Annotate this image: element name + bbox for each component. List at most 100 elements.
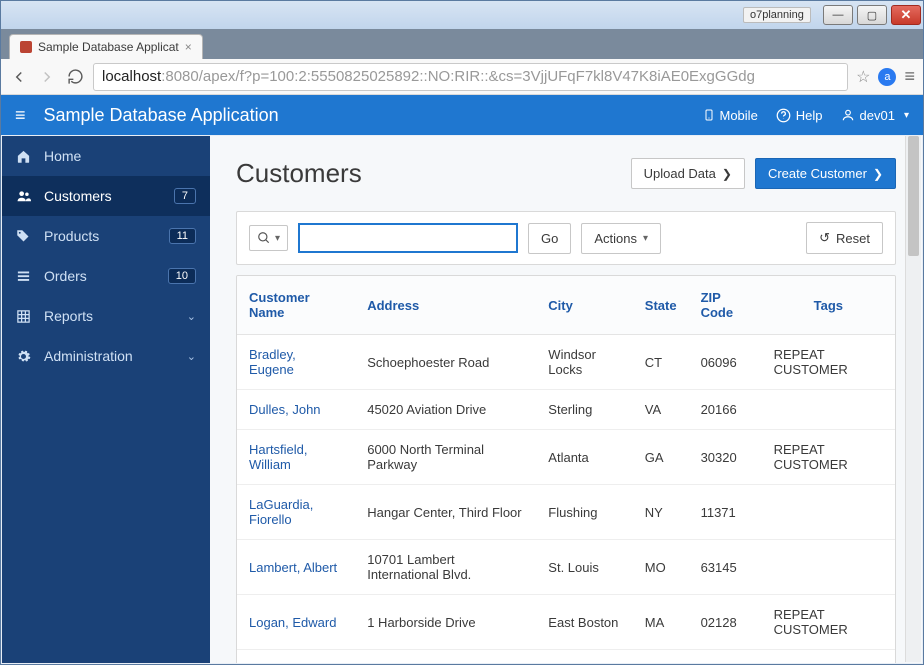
browser-menu-icon[interactable]: ≡ bbox=[904, 66, 915, 87]
sidebar-badge: 11 bbox=[169, 228, 196, 244]
col-address[interactable]: Address bbox=[355, 276, 536, 335]
tab-close-icon[interactable]: × bbox=[185, 40, 192, 54]
app-menu-icon[interactable]: ≡ bbox=[15, 105, 26, 126]
col-state[interactable]: State bbox=[633, 276, 689, 335]
bookmark-star-icon[interactable]: ☆ bbox=[856, 67, 870, 87]
url-path: :8080/apex/f?p=100:2:5550825025892::NO:R… bbox=[161, 68, 755, 85]
customer-name-link[interactable]: Hartsfield, William bbox=[237, 430, 355, 485]
table-row: Hartsfield, William6000 North Terminal P… bbox=[237, 430, 895, 485]
customer-name-link[interactable]: Logan, Edward bbox=[237, 595, 355, 650]
user-icon bbox=[841, 108, 855, 122]
col-customer-name[interactable]: Customer Name bbox=[237, 276, 355, 335]
cell-address: 1 Harborside Drive bbox=[355, 595, 536, 650]
cell-zip: 60666 bbox=[689, 650, 762, 664]
mobile-link[interactable]: Mobile bbox=[703, 107, 758, 123]
cell-address: 6000 North Terminal Parkway bbox=[355, 430, 536, 485]
cell-address: 45020 Aviation Drive bbox=[355, 390, 536, 430]
sidebar-item-reports[interactable]: Reports⌄ bbox=[2, 296, 210, 336]
customer-name-link[interactable]: LaGuardia, Fiorello bbox=[237, 485, 355, 540]
search-column-selector[interactable]: ▾ bbox=[249, 225, 288, 251]
search-input[interactable] bbox=[298, 223, 518, 253]
extension-icon[interactable]: a bbox=[878, 68, 896, 86]
table-row: LaGuardia, FiorelloHangar Center, Third … bbox=[237, 485, 895, 540]
chevron-down-icon: ⌄ bbox=[187, 350, 196, 363]
chevron-down-icon: ⌄ bbox=[187, 310, 196, 323]
search-icon bbox=[257, 231, 271, 245]
chevron-down-icon: ▾ bbox=[275, 233, 280, 244]
cell-tags bbox=[762, 650, 895, 664]
user-menu[interactable]: dev01 bbox=[841, 108, 909, 123]
browser-tab[interactable]: Sample Database Applicat × bbox=[9, 34, 203, 59]
customer-name-link[interactable]: Lambert, Albert bbox=[237, 540, 355, 595]
cell-city: Windsor Locks bbox=[536, 335, 632, 390]
cell-zip: 11371 bbox=[689, 485, 762, 540]
cell-tags: REPEAT CUSTOMER bbox=[762, 595, 895, 650]
cell-city: Chicago bbox=[536, 650, 632, 664]
go-button[interactable]: Go bbox=[528, 223, 571, 254]
table-row: Dulles, John45020 Aviation DriveSterling… bbox=[237, 390, 895, 430]
browser-tabstrip: Sample Database Applicat × bbox=[1, 29, 923, 59]
col-zip[interactable]: ZIP Code bbox=[689, 276, 762, 335]
vertical-scrollbar[interactable] bbox=[905, 136, 921, 662]
page-title: Customers bbox=[236, 158, 631, 189]
chevron-right-icon: ❯ bbox=[722, 167, 732, 181]
main-content: Customers Upload Data ❯ Create Customer … bbox=[210, 136, 922, 663]
customers-table: Customer Name Address City State ZIP Cod… bbox=[237, 276, 895, 663]
create-customer-button[interactable]: Create Customer ❯ bbox=[755, 158, 896, 189]
cell-address: 10000 West OHare bbox=[355, 650, 536, 664]
sidebar-badge: 7 bbox=[174, 188, 196, 204]
table-row: OHare, Frank10000 West OHareChicagoIL606… bbox=[237, 650, 895, 664]
address-bar[interactable]: localhost:8080/apex/f?p=100:2:5550825025… bbox=[93, 63, 848, 91]
back-button[interactable] bbox=[9, 67, 29, 87]
tag-icon bbox=[16, 229, 32, 244]
col-tags[interactable]: Tags bbox=[762, 276, 895, 335]
sidebar-badge: 10 bbox=[168, 268, 196, 284]
sidebar-item-orders[interactable]: Orders 10 bbox=[2, 256, 210, 296]
customer-name-link[interactable]: Dulles, John bbox=[237, 390, 355, 430]
app-title: Sample Database Application bbox=[44, 105, 685, 126]
customer-name-link[interactable]: Bradley, Eugene bbox=[237, 335, 355, 390]
window-titlebar: o7planning — ▢ ✕ bbox=[1, 1, 923, 29]
customer-name-link[interactable]: OHare, Frank bbox=[237, 650, 355, 664]
url-host: localhost bbox=[102, 68, 161, 85]
cell-city: Flushing bbox=[536, 485, 632, 540]
sidebar-item-label: Customers bbox=[44, 188, 162, 204]
interactive-report-bar: ▾ Go Actions ▾ ↺ Reset bbox=[236, 211, 896, 265]
mobile-icon bbox=[703, 107, 715, 123]
cell-zip: 06096 bbox=[689, 335, 762, 390]
undo-icon: ↺ bbox=[819, 230, 830, 246]
upload-data-button[interactable]: Upload Data ❯ bbox=[631, 158, 745, 189]
help-icon bbox=[776, 108, 791, 123]
users-icon bbox=[16, 189, 32, 203]
col-city[interactable]: City bbox=[536, 276, 632, 335]
cell-state: IL bbox=[633, 650, 689, 664]
sidebar-item-administration[interactable]: Administration⌄ bbox=[2, 336, 210, 376]
forward-button[interactable] bbox=[37, 67, 57, 87]
scrollbar-thumb[interactable] bbox=[908, 136, 919, 256]
window-minimize-button[interactable]: — bbox=[823, 5, 853, 25]
cell-state: VA bbox=[633, 390, 689, 430]
cell-state: CT bbox=[633, 335, 689, 390]
help-link[interactable]: Help bbox=[776, 108, 823, 123]
reload-button[interactable] bbox=[65, 67, 85, 87]
reset-button[interactable]: ↺ Reset bbox=[806, 222, 883, 254]
list-icon bbox=[16, 269, 32, 284]
table-row: Lambert, Albert10701 Lambert Internation… bbox=[237, 540, 895, 595]
chevron-down-icon: ▾ bbox=[643, 233, 648, 244]
sidebar-item-home[interactable]: Home bbox=[2, 136, 210, 176]
table-row: Logan, Edward1 Harborside DriveEast Bost… bbox=[237, 595, 895, 650]
tab-title: Sample Database Applicat bbox=[38, 40, 179, 54]
favicon-icon bbox=[20, 41, 32, 53]
sidebar-item-label: Orders bbox=[44, 268, 156, 284]
cell-city: St. Louis bbox=[536, 540, 632, 595]
cell-tags bbox=[762, 485, 895, 540]
actions-menu-button[interactable]: Actions ▾ bbox=[581, 223, 661, 254]
sidebar-item-customers[interactable]: Customers 7 bbox=[2, 176, 210, 216]
window-maximize-button[interactable]: ▢ bbox=[857, 5, 887, 25]
gear-icon bbox=[16, 349, 32, 364]
table-row: Bradley, EugeneSchoephoester RoadWindsor… bbox=[237, 335, 895, 390]
cell-city: East Boston bbox=[536, 595, 632, 650]
window-close-button[interactable]: ✕ bbox=[891, 5, 921, 25]
sidebar: Home Customers 7 Products11 Orders 10 Reports⌄… bbox=[2, 136, 210, 663]
sidebar-item-products[interactable]: Products11 bbox=[2, 216, 210, 256]
